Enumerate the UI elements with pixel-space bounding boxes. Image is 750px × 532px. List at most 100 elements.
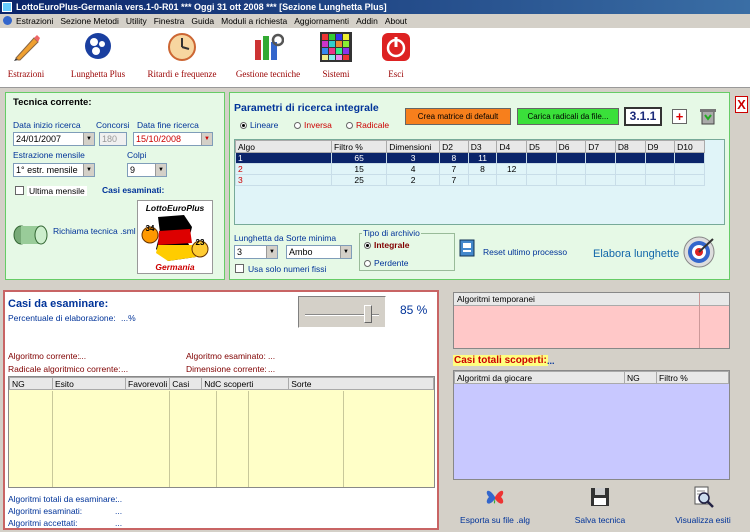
- usa-fissi-checkbox[interactable]: [235, 264, 244, 273]
- tecnica-title: Tecnica corrente:: [13, 97, 92, 108]
- toolbar: Estrazioni Lunghetta Plus Ritardi e freq…: [0, 28, 750, 88]
- data-fine-value: 15/10/2008: [136, 134, 182, 144]
- menu-aggiornamenti[interactable]: Aggiornamenti: [294, 16, 349, 26]
- col-ng: NG: [624, 371, 657, 384]
- power-icon: [382, 33, 410, 61]
- col-d9: D9: [644, 140, 676, 153]
- data-inizio-picker[interactable]: 24/01/2007 ▼: [13, 132, 95, 146]
- close-button[interactable]: X: [735, 96, 748, 113]
- menu-addin[interactable]: Addin: [356, 16, 378, 26]
- column-divider: [699, 293, 700, 348]
- crea-matrice-button[interactable]: Crea matrice di default: [405, 108, 511, 125]
- menu-estrazioni[interactable]: Estrazioni: [16, 16, 53, 26]
- cell: 2: [234, 163, 333, 175]
- esam-label: Algoritmi esaminati:: [8, 506, 83, 516]
- cell: [614, 174, 646, 186]
- sorte-label: Sorte minima: [286, 233, 337, 243]
- cell: [555, 152, 587, 164]
- radio-perdente-label: Perdente: [374, 258, 409, 268]
- chevron-down-icon[interactable]: ▼: [266, 246, 277, 258]
- sorte-select[interactable]: Ambo ▼: [286, 245, 352, 259]
- carica-radicali-button[interactable]: Carica radicali da file...: [517, 108, 619, 125]
- col-algo: Algo: [234, 140, 333, 153]
- reset-label[interactable]: Reset ultimo processo: [483, 247, 567, 257]
- cell: [496, 152, 527, 164]
- lunghetta-select[interactable]: 3 ▼: [234, 245, 278, 259]
- col-dimensioni: Dimensioni: [386, 140, 441, 153]
- radio-integrale[interactable]: Integrale: [364, 240, 409, 250]
- radio-dot: [240, 122, 247, 129]
- colpi-select[interactable]: 9 ▼: [127, 163, 167, 177]
- data-fine-picker[interactable]: 15/10/2008 ▼: [133, 132, 213, 146]
- reset-icon[interactable]: [459, 239, 475, 257]
- app-menu-icon[interactable]: [3, 16, 12, 25]
- toolbar-lunghetta-label: Lunghetta Plus: [70, 69, 126, 79]
- visualizza-esiti-button[interactable]: Visualizza esiti: [667, 486, 739, 525]
- ultima-mensile-checkbox[interactable]: [15, 186, 24, 195]
- col-d3: D3: [467, 140, 498, 153]
- table-row[interactable]: 3 25 2 7: [234, 174, 705, 186]
- toolbar-esci-label: Esci: [388, 69, 404, 79]
- algorithms-grid[interactable]: Algo Filtro % Dimensioni D2 D3 D4 D5 D6 …: [234, 139, 725, 225]
- cell: [674, 174, 705, 186]
- menu-finestra[interactable]: Finestra: [154, 16, 185, 26]
- toolbar-esci-button[interactable]: Esci: [374, 32, 418, 79]
- ultima-mensile-label: Ultima mensile: [27, 186, 87, 196]
- menu-moduli[interactable]: Moduli a richiesta: [221, 16, 287, 26]
- esporta-button[interactable]: Esporta su file .alg: [449, 486, 541, 525]
- algo-corrente-value: ...: [79, 351, 87, 361]
- cylinder-icon[interactable]: [13, 221, 49, 247]
- logo-ball-1: 34: [145, 224, 155, 233]
- add-button[interactable]: +: [672, 109, 687, 124]
- chevron-down-icon[interactable]: ▼: [83, 133, 94, 145]
- toolbar-sistemi-button[interactable]: Sistemi: [314, 32, 358, 79]
- data-inizio-label: Data inizio ricerca: [13, 120, 81, 130]
- salva-tecnica-button[interactable]: Salva tecnica: [564, 486, 636, 525]
- progress-slider[interactable]: [298, 296, 386, 328]
- results-grid[interactable]: NG Esito Favorevoli Casi NdC scoperti So…: [8, 376, 435, 488]
- col-d7: D7: [585, 140, 616, 153]
- cell: [644, 152, 676, 164]
- richiama-tecnica-link[interactable]: Richiama tecnica .sml: [53, 226, 136, 236]
- slider-thumb[interactable]: [363, 305, 372, 323]
- results-table: NG Esito Favorevoli Casi NdC scoperti So…: [9, 377, 434, 390]
- target-icon[interactable]: [683, 236, 715, 268]
- tot-label: Algoritmi totali da esaminare:: [8, 494, 118, 504]
- recycle-bin-icon[interactable]: [699, 107, 717, 125]
- chevron-down-icon[interactable]: ▼: [155, 164, 166, 176]
- radio-inversa[interactable]: Inversa: [294, 120, 332, 130]
- table-row[interactable]: 2 15 4 7 8 12: [234, 163, 705, 175]
- chevron-down-icon[interactable]: ▼: [201, 133, 212, 145]
- menu-guida[interactable]: Guida: [191, 16, 214, 26]
- lunghetta-value: 3: [237, 247, 243, 257]
- algo-corrente-label: Algoritmo corrente:: [8, 351, 80, 361]
- cell: [526, 163, 557, 175]
- table-row[interactable]: 1 65 3 8 11: [234, 152, 705, 164]
- col-d8: D8: [614, 140, 646, 153]
- menu-sezione-metodi[interactable]: Sezione Metodi: [60, 16, 119, 26]
- elabora-label[interactable]: Elabora lunghette: [593, 248, 679, 260]
- menu-about[interactable]: About: [385, 16, 407, 26]
- concorsi-field[interactable]: 180: [99, 132, 127, 146]
- algo-esaminato-label: Algoritmo esaminato:: [186, 351, 266, 361]
- menu-utility[interactable]: Utility: [126, 16, 147, 26]
- toolbar-gestione-button[interactable]: Gestione tecniche: [230, 32, 306, 79]
- estrazione-select[interactable]: 1° estr. mensile ▼: [13, 163, 95, 177]
- temporanei-grid[interactable]: Algoritmi temporanei: [453, 292, 730, 349]
- radio-perdente[interactable]: Perdente: [364, 258, 409, 268]
- chevron-down-icon[interactable]: ▼: [83, 164, 94, 176]
- radio-radicale[interactable]: Radicale: [346, 120, 389, 130]
- toolbar-lunghetta-button[interactable]: Lunghetta Plus: [62, 32, 134, 79]
- cell: 1: [234, 152, 333, 164]
- toolbar-ritardi-button[interactable]: Ritardi e frequenze: [140, 32, 224, 79]
- toolbar-estrazioni-button[interactable]: Estrazioni: [4, 32, 48, 79]
- radio-lineare[interactable]: Lineare: [240, 120, 278, 130]
- colpi-label: Colpi: [127, 150, 147, 160]
- toolbar-sistemi-label: Sistemi: [322, 69, 350, 79]
- cell: 3: [234, 174, 333, 186]
- radio-integrale-label: Integrale: [374, 240, 410, 250]
- chevron-down-icon[interactable]: ▼: [340, 246, 351, 258]
- da-giocare-grid[interactable]: Algoritmi da giocare NG Filtro %: [453, 370, 730, 480]
- cell: 3: [386, 152, 441, 164]
- cell: 15: [331, 163, 388, 175]
